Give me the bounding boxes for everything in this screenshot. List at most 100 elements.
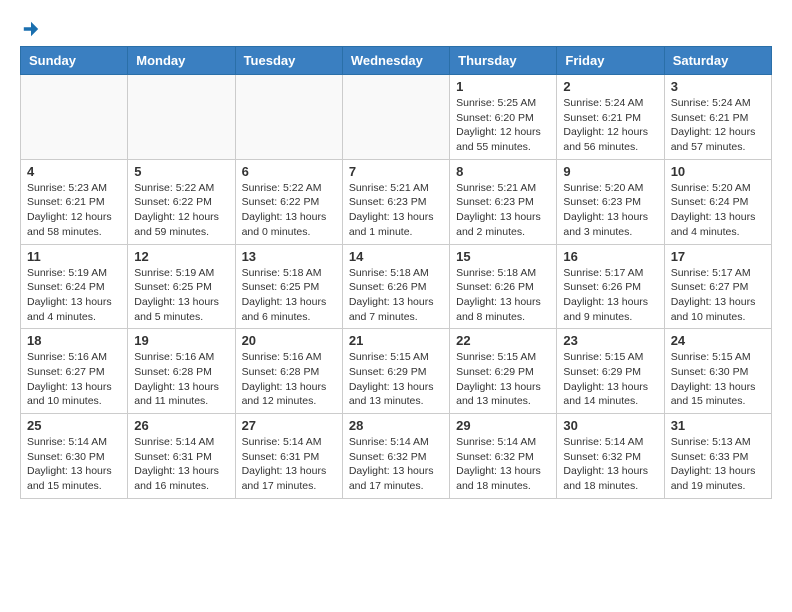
day-number: 21 — [349, 333, 443, 348]
day-info: Sunrise: 5:20 AM Sunset: 6:24 PM Dayligh… — [671, 181, 765, 240]
day-info: Sunrise: 5:14 AM Sunset: 6:31 PM Dayligh… — [242, 435, 336, 494]
day-number: 2 — [563, 79, 657, 94]
day-number: 29 — [456, 418, 550, 433]
day-number: 13 — [242, 249, 336, 264]
day-info: Sunrise: 5:21 AM Sunset: 6:23 PM Dayligh… — [456, 181, 550, 240]
day-info: Sunrise: 5:17 AM Sunset: 6:27 PM Dayligh… — [671, 266, 765, 325]
day-number: 27 — [242, 418, 336, 433]
day-number: 11 — [27, 249, 121, 264]
day-info: Sunrise: 5:14 AM Sunset: 6:32 PM Dayligh… — [456, 435, 550, 494]
day-info: Sunrise: 5:15 AM Sunset: 6:29 PM Dayligh… — [349, 350, 443, 409]
day-info: Sunrise: 5:21 AM Sunset: 6:23 PM Dayligh… — [349, 181, 443, 240]
calendar-cell: 17 Sunrise: 5:17 AM Sunset: 6:27 PM Dayli… — [664, 244, 771, 329]
calendar-cell: 8 Sunrise: 5:21 AM Sunset: 6:23 PM Daylig… — [450, 159, 557, 244]
calendar-cell: 27 Sunrise: 5:14 AM Sunset: 6:31 PM Dayli… — [235, 414, 342, 499]
day-info: Sunrise: 5:24 AM Sunset: 6:21 PM Dayligh… — [671, 96, 765, 155]
calendar-cell — [235, 75, 342, 160]
day-info: Sunrise: 5:18 AM Sunset: 6:26 PM Dayligh… — [349, 266, 443, 325]
day-info: Sunrise: 5:16 AM Sunset: 6:28 PM Dayligh… — [134, 350, 228, 409]
calendar-header: SundayMondayTuesdayWednesdayThursdayFrid… — [21, 47, 772, 75]
day-number: 23 — [563, 333, 657, 348]
day-info: Sunrise: 5:19 AM Sunset: 6:25 PM Dayligh… — [134, 266, 228, 325]
weekday-saturday: Saturday — [664, 47, 771, 75]
calendar-cell: 28 Sunrise: 5:14 AM Sunset: 6:32 PM Dayli… — [342, 414, 449, 499]
day-number: 18 — [27, 333, 121, 348]
calendar-cell: 2 Sunrise: 5:24 AM Sunset: 6:21 PM Daylig… — [557, 75, 664, 160]
day-info: Sunrise: 5:13 AM Sunset: 6:33 PM Dayligh… — [671, 435, 765, 494]
day-number: 4 — [27, 164, 121, 179]
calendar-cell: 16 Sunrise: 5:17 AM Sunset: 6:26 PM Dayli… — [557, 244, 664, 329]
day-info: Sunrise: 5:19 AM Sunset: 6:24 PM Dayligh… — [27, 266, 121, 325]
day-number: 20 — [242, 333, 336, 348]
day-info: Sunrise: 5:24 AM Sunset: 6:21 PM Dayligh… — [563, 96, 657, 155]
calendar-cell: 22Sunrise: 5:15 AM Sunset: 6:29 PM Dayli… — [450, 329, 557, 414]
calendar-cell: 25 Sunrise: 5:14 AM Sunset: 6:30 PM Dayli… — [21, 414, 128, 499]
day-info: Sunrise: 5:17 AM Sunset: 6:26 PM Dayligh… — [563, 266, 657, 325]
day-info: Sunrise: 5:14 AM Sunset: 6:32 PM Dayligh… — [349, 435, 443, 494]
day-info: Sunrise: 5:25 AM Sunset: 6:20 PM Dayligh… — [456, 96, 550, 155]
day-info: Sunrise: 5:23 AM Sunset: 6:21 PM Dayligh… — [27, 181, 121, 240]
calendar-cell: 11 Sunrise: 5:19 AM Sunset: 6:24 PM Dayli… — [21, 244, 128, 329]
day-info: Sunrise: 5:18 AM Sunset: 6:26 PM Dayligh… — [456, 266, 550, 325]
day-number: 9 — [563, 164, 657, 179]
calendar-cell: 26 Sunrise: 5:14 AM Sunset: 6:31 PM Dayli… — [128, 414, 235, 499]
calendar-cell: 5Sunrise: 5:22 AM Sunset: 6:22 PM Daylig… — [128, 159, 235, 244]
day-info: Sunrise: 5:15 AM Sunset: 6:30 PM Dayligh… — [671, 350, 765, 409]
day-number: 8 — [456, 164, 550, 179]
calendar-body: 1Sunrise: 5:25 AM Sunset: 6:20 PM Daylig… — [21, 75, 772, 499]
day-number: 28 — [349, 418, 443, 433]
day-number: 5 — [134, 164, 228, 179]
calendar-cell: 18 Sunrise: 5:16 AM Sunset: 6:27 PM Dayli… — [21, 329, 128, 414]
calendar-cell: 20Sunrise: 5:16 AM Sunset: 6:28 PM Dayli… — [235, 329, 342, 414]
day-info: Sunrise: 5:14 AM Sunset: 6:30 PM Dayligh… — [27, 435, 121, 494]
day-number: 30 — [563, 418, 657, 433]
weekday-tuesday: Tuesday — [235, 47, 342, 75]
day-info: Sunrise: 5:18 AM Sunset: 6:25 PM Dayligh… — [242, 266, 336, 325]
weekday-wednesday: Wednesday — [342, 47, 449, 75]
calendar-cell: 31Sunrise: 5:13 AM Sunset: 6:33 PM Dayli… — [664, 414, 771, 499]
calendar-cell: 12 Sunrise: 5:19 AM Sunset: 6:25 PM Dayli… — [128, 244, 235, 329]
week-row-4: 25 Sunrise: 5:14 AM Sunset: 6:30 PM Dayli… — [21, 414, 772, 499]
calendar-cell — [128, 75, 235, 160]
calendar: SundayMondayTuesdayWednesdayThursdayFrid… — [20, 46, 772, 499]
day-info: Sunrise: 5:15 AM Sunset: 6:29 PM Dayligh… — [456, 350, 550, 409]
day-number: 17 — [671, 249, 765, 264]
week-row-3: 18 Sunrise: 5:16 AM Sunset: 6:27 PM Dayli… — [21, 329, 772, 414]
day-number: 19 — [134, 333, 228, 348]
calendar-cell — [21, 75, 128, 160]
calendar-cell: 24 Sunrise: 5:15 AM Sunset: 6:30 PM Dayli… — [664, 329, 771, 414]
calendar-cell: 10 Sunrise: 5:20 AM Sunset: 6:24 PM Dayli… — [664, 159, 771, 244]
day-info: Sunrise: 5:22 AM Sunset: 6:22 PM Dayligh… — [242, 181, 336, 240]
calendar-cell: 30 Sunrise: 5:14 AM Sunset: 6:32 PM Dayli… — [557, 414, 664, 499]
calendar-cell: 3 Sunrise: 5:24 AM Sunset: 6:21 PM Daylig… — [664, 75, 771, 160]
day-number: 3 — [671, 79, 765, 94]
calendar-cell: 15 Sunrise: 5:18 AM Sunset: 6:26 PM Dayli… — [450, 244, 557, 329]
logo-icon — [22, 20, 40, 38]
day-number: 10 — [671, 164, 765, 179]
day-info: Sunrise: 5:14 AM Sunset: 6:32 PM Dayligh… — [563, 435, 657, 494]
week-row-1: 4 Sunrise: 5:23 AM Sunset: 6:21 PM Daylig… — [21, 159, 772, 244]
day-info: Sunrise: 5:14 AM Sunset: 6:31 PM Dayligh… — [134, 435, 228, 494]
day-number: 25 — [27, 418, 121, 433]
calendar-cell: 4 Sunrise: 5:23 AM Sunset: 6:21 PM Daylig… — [21, 159, 128, 244]
day-number: 12 — [134, 249, 228, 264]
calendar-cell: 21 Sunrise: 5:15 AM Sunset: 6:29 PM Dayli… — [342, 329, 449, 414]
day-info: Sunrise: 5:15 AM Sunset: 6:29 PM Dayligh… — [563, 350, 657, 409]
day-number: 6 — [242, 164, 336, 179]
week-row-0: 1Sunrise: 5:25 AM Sunset: 6:20 PM Daylig… — [21, 75, 772, 160]
weekday-monday: Monday — [128, 47, 235, 75]
day-number: 26 — [134, 418, 228, 433]
day-info: Sunrise: 5:16 AM Sunset: 6:27 PM Dayligh… — [27, 350, 121, 409]
calendar-cell: 7Sunrise: 5:21 AM Sunset: 6:23 PM Daylig… — [342, 159, 449, 244]
weekday-friday: Friday — [557, 47, 664, 75]
calendar-cell: 23 Sunrise: 5:15 AM Sunset: 6:29 PM Dayli… — [557, 329, 664, 414]
calendar-cell: 13 Sunrise: 5:18 AM Sunset: 6:25 PM Dayli… — [235, 244, 342, 329]
weekday-sunday: Sunday — [21, 47, 128, 75]
day-number: 24 — [671, 333, 765, 348]
weekday-row: SundayMondayTuesdayWednesdayThursdayFrid… — [21, 47, 772, 75]
day-number: 16 — [563, 249, 657, 264]
day-number: 15 — [456, 249, 550, 264]
day-info: Sunrise: 5:20 AM Sunset: 6:23 PM Dayligh… — [563, 181, 657, 240]
calendar-cell: 9 Sunrise: 5:20 AM Sunset: 6:23 PM Daylig… — [557, 159, 664, 244]
calendar-cell — [342, 75, 449, 160]
